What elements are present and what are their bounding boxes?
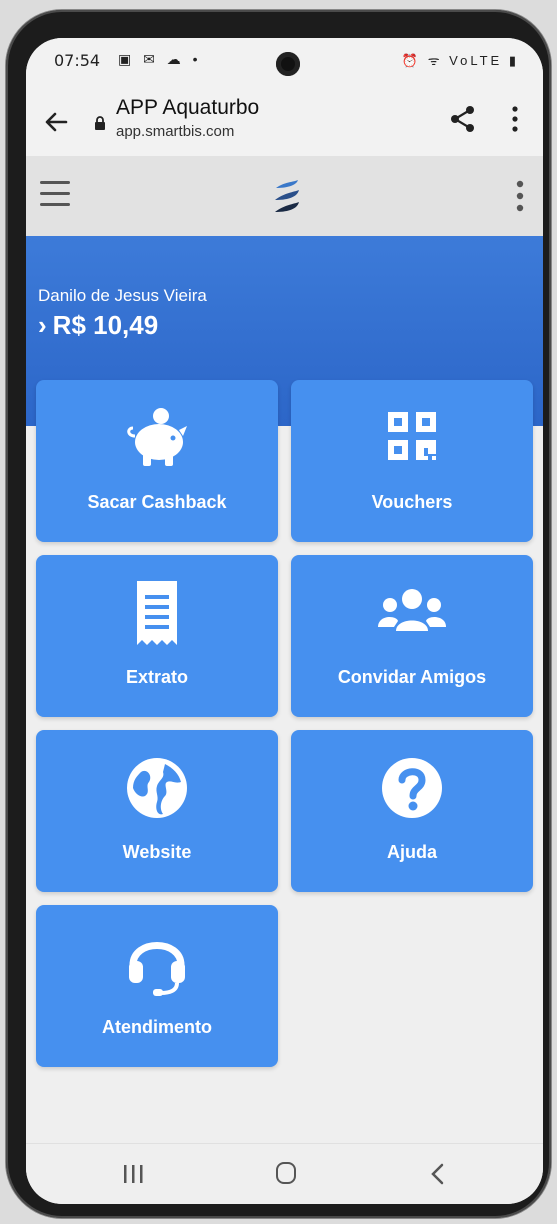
piggy-bank-icon (127, 408, 187, 466)
app-more-options-icon[interactable] (516, 180, 524, 212)
tile-extrato[interactable]: Extrato (36, 555, 278, 717)
balance-value: R$ 10,49 (52, 310, 159, 340)
tile-label: Sacar Cashback (87, 492, 227, 512)
brand-logo (275, 180, 299, 212)
tile-website[interactable]: Website (36, 730, 278, 892)
cashback-balance[interactable]: › R$ 10,49 (38, 310, 158, 341)
status-time: 07:54 (54, 51, 101, 70)
front-camera (276, 52, 300, 76)
nav-back-icon[interactable] (428, 1162, 448, 1186)
tile-label: Extrato (125, 667, 188, 687)
lock-icon (95, 116, 105, 130)
share-icon[interactable] (448, 104, 478, 134)
tile-convidar-amigos[interactable]: Convidar Amigos (291, 555, 533, 717)
tile-vouchers[interactable]: Vouchers (291, 380, 533, 542)
browser-toolbar: APP Aquaturbo app.smartbis.com (26, 90, 543, 156)
tile-sacar-cashback[interactable]: Sacar Cashback (36, 380, 278, 542)
tile-label: Ajuda (386, 842, 437, 862)
globe-icon (127, 758, 187, 818)
tile-label: Atendimento (102, 1017, 212, 1037)
users-icon (378, 589, 446, 631)
user-name: Danilo de Jesus Vieira (38, 286, 207, 305)
system-status-icons: ⏰ ᯤ VoLTE ▮ (401, 53, 519, 68)
recent-apps-icon[interactable] (122, 1164, 144, 1184)
question-circle-icon (382, 758, 442, 818)
browser-menu-icon[interactable] (512, 106, 518, 132)
notification-icons: ▣ ✉ ☁ • (118, 51, 202, 67)
tile-atendimento[interactable]: Atendimento (36, 905, 278, 1067)
tile-label: Convidar Amigos (337, 667, 487, 687)
tile-ajuda[interactable]: Ajuda (291, 730, 533, 892)
receipt-icon (137, 581, 177, 645)
status-bar: 07:54 ▣ ✉ ☁ • ⏰ ᯤ VoLTE ▮ (26, 38, 543, 90)
tile-label: Website (122, 842, 192, 862)
app-header (26, 156, 543, 236)
site-title: APP Aquaturbo (116, 96, 260, 119)
hamburger-menu-icon[interactable] (40, 181, 70, 207)
phone-screen: 07:54 ▣ ✉ ☁ • ⏰ ᯤ VoLTE ▮ APP Aquaturbo … (26, 38, 543, 1204)
chevron-right-icon: › (38, 310, 47, 340)
headset-icon (129, 942, 185, 996)
phone-frame: 07:54 ▣ ✉ ☁ • ⏰ ᯤ VoLTE ▮ APP Aquaturbo … (6, 10, 551, 1218)
android-nav-bar (26, 1143, 543, 1204)
qr-code-icon (388, 412, 436, 460)
site-url[interactable]: app.smartbis.com (116, 123, 234, 140)
tile-label: Vouchers (371, 492, 453, 512)
back-arrow-icon[interactable] (42, 108, 70, 136)
home-button-icon[interactable] (276, 1162, 296, 1184)
